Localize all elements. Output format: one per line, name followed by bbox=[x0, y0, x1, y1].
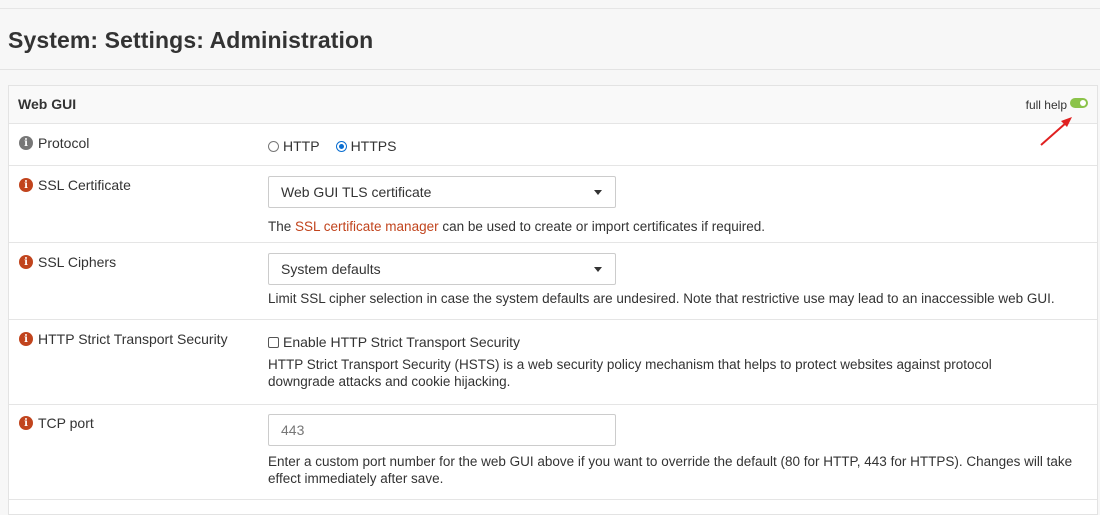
tcp-port-label-cell: i TCP port bbox=[19, 415, 94, 431]
ssl-certificate-help-suffix: can be used to create or import certific… bbox=[438, 219, 765, 234]
top-divider bbox=[0, 8, 1100, 9]
protocol-label-cell: i Protocol bbox=[19, 135, 89, 151]
page-title: System: Settings: Administration bbox=[8, 27, 374, 53]
chevron-down-icon bbox=[594, 190, 602, 195]
chevron-down-icon bbox=[594, 267, 602, 272]
tcp-port-placeholder: 443 bbox=[281, 422, 305, 438]
ssl-certificate-help: The SSL certificate manager can be used … bbox=[268, 218, 1068, 235]
https-radio[interactable] bbox=[335, 140, 347, 152]
tcp-port-row: i TCP port 443 Enter a custom port numbe… bbox=[9, 405, 1097, 500]
ssl-ciphers-label-cell: i SSL Ciphers bbox=[19, 254, 116, 270]
https-radio-label[interactable]: HTTPS bbox=[351, 138, 397, 154]
ssl-ciphers-value-cell: System defaults Limit SSL cipher selecti… bbox=[268, 253, 1083, 307]
ssl-ciphers-help: Limit SSL cipher selection in case the s… bbox=[268, 291, 1055, 306]
ssl-ciphers-row: i SSL Ciphers System defaults Limit SSL … bbox=[9, 243, 1097, 320]
ssl-certificate-manager-link[interactable]: SSL certificate manager bbox=[295, 219, 439, 234]
hsts-row: i HTTP Strict Transport Security Enable … bbox=[9, 320, 1097, 405]
http-radio-label[interactable]: HTTP bbox=[283, 138, 320, 154]
ssl-certificate-row: i SSL Certificate Web GUI TLS certificat… bbox=[9, 166, 1097, 243]
hsts-checkbox-label[interactable]: Enable HTTP Strict Transport Security bbox=[283, 334, 520, 350]
hsts-checkbox[interactable] bbox=[268, 336, 279, 348]
full-help-toggle[interactable] bbox=[1070, 98, 1088, 108]
ssl-certificate-label: SSL Certificate bbox=[38, 177, 131, 193]
panel-title: Web GUI bbox=[18, 96, 77, 112]
info-icon[interactable]: i bbox=[19, 255, 33, 269]
ssl-certificate-label-cell: i SSL Certificate bbox=[19, 177, 131, 193]
annotation-arrow-icon bbox=[1040, 117, 1072, 146]
ssl-ciphers-selected: System defaults bbox=[281, 261, 381, 277]
title-divider bbox=[0, 69, 1100, 70]
full-help-label: full help bbox=[1025, 98, 1067, 112]
tcp-port-help: Enter a custom port number for the web G… bbox=[268, 454, 1073, 486]
ssl-certificate-value-cell: Web GUI TLS certificate The SSL certific… bbox=[268, 176, 1068, 235]
info-icon[interactable]: i bbox=[19, 136, 33, 150]
protocol-label: Protocol bbox=[38, 135, 90, 151]
hsts-checkbox-wrap: Enable HTTP Strict Transport Security bbox=[268, 334, 1038, 350]
ssl-ciphers-label: SSL Ciphers bbox=[38, 254, 117, 270]
info-icon[interactable]: i bbox=[19, 178, 33, 192]
info-icon[interactable]: i bbox=[19, 416, 33, 430]
hsts-value-cell: Enable HTTP Strict Transport Security HT… bbox=[268, 334, 1038, 390]
ssl-certificate-help-prefix: The bbox=[268, 219, 296, 234]
panel-header: Web GUI full help bbox=[9, 86, 1097, 124]
info-icon[interactable]: i bbox=[19, 332, 33, 346]
http-radio[interactable] bbox=[268, 140, 279, 152]
ssl-certificate-select[interactable]: Web GUI TLS certificate bbox=[268, 176, 616, 208]
hsts-label: HTTP Strict Transport Security bbox=[38, 331, 228, 347]
hsts-label-cell: i HTTP Strict Transport Security bbox=[19, 331, 228, 347]
hsts-help: HTTP Strict Transport Security (HSTS) is… bbox=[268, 357, 992, 389]
tcp-port-input[interactable]: 443 bbox=[268, 414, 616, 446]
ssl-certificate-selected: Web GUI TLS certificate bbox=[281, 184, 432, 200]
tcp-port-value-cell: 443 Enter a custom port number for the w… bbox=[268, 414, 1073, 487]
web-gui-panel: Web GUI full help i Protocol HTTP HTTPS … bbox=[8, 85, 1098, 515]
protocol-options: HTTP HTTPS bbox=[268, 138, 412, 154]
tcp-port-label: TCP port bbox=[38, 415, 94, 431]
protocol-row: i Protocol HTTP HTTPS bbox=[9, 124, 1097, 166]
ssl-ciphers-select[interactable]: System defaults bbox=[268, 253, 616, 285]
